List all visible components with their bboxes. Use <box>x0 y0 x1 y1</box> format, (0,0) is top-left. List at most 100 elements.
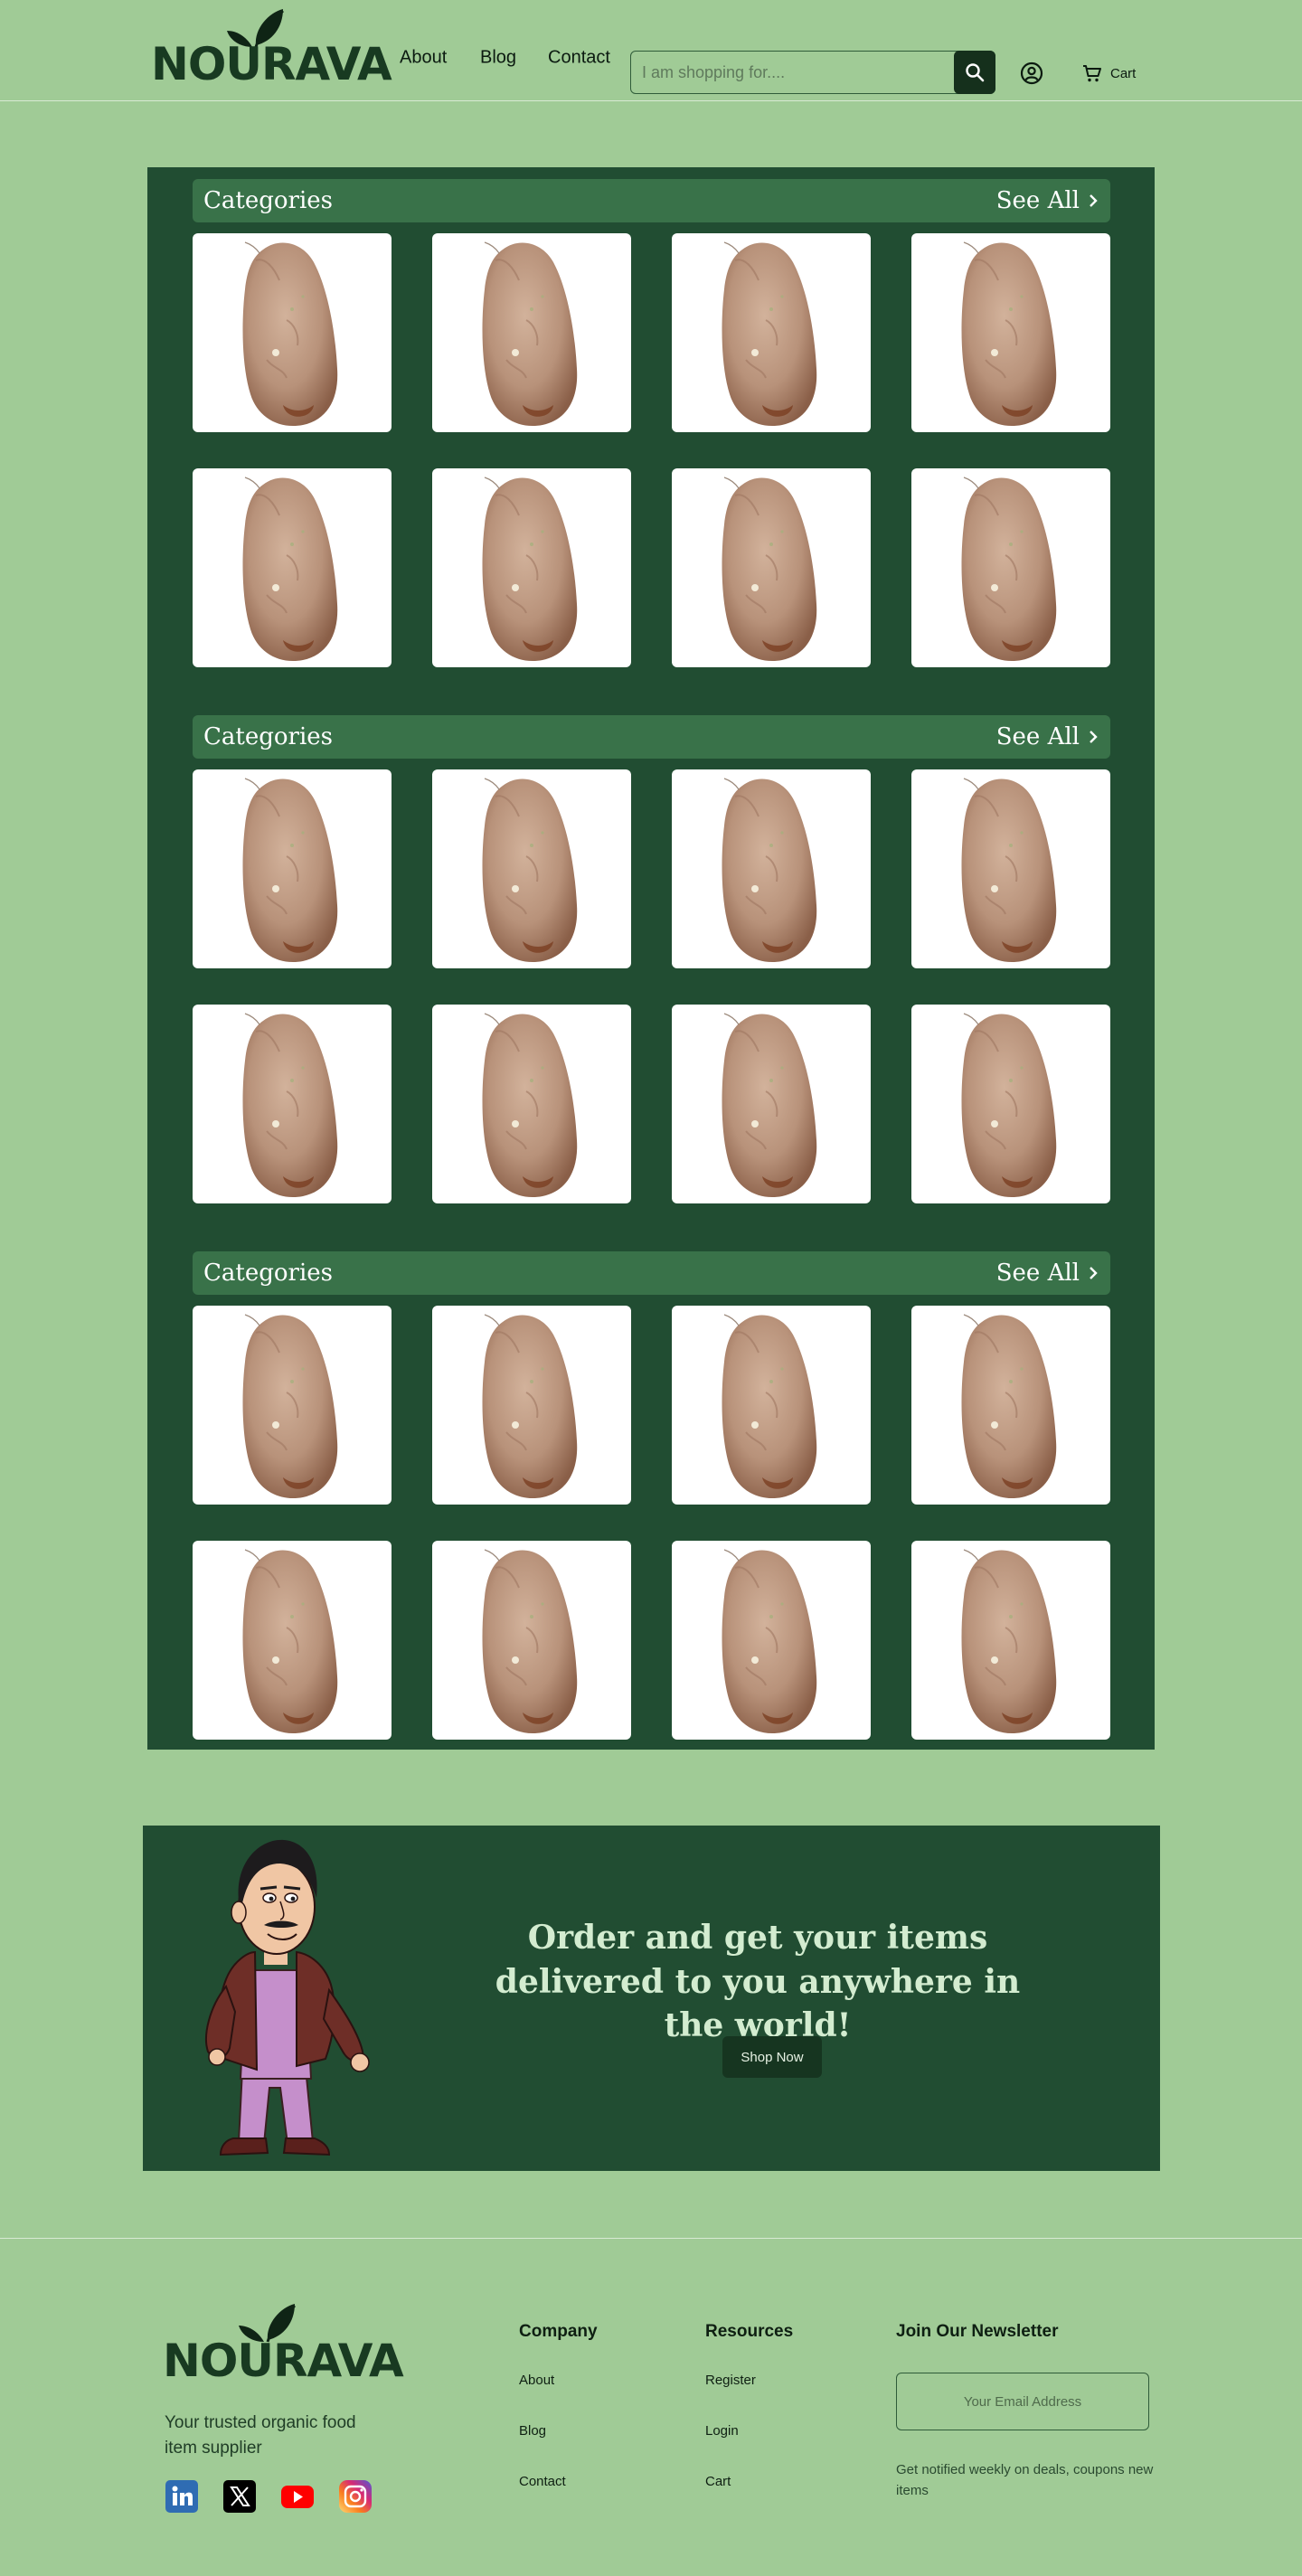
nav-about[interactable]: About <box>400 48 447 69</box>
mascot-illustration <box>205 1839 370 2156</box>
footer-link-register[interactable]: Register <box>705 2373 756 2388</box>
see-all-link[interactable]: See All <box>996 723 1098 750</box>
see-all-link[interactable]: See All <box>996 1260 1098 1287</box>
section-header: Categories See All <box>193 1251 1110 1295</box>
sweet-potato-image <box>960 1549 1058 1735</box>
product-card[interactable] <box>672 1005 871 1203</box>
see-all-label: See All <box>995 723 1080 750</box>
product-card[interactable] <box>672 233 871 432</box>
section-header: Categories See All <box>193 715 1110 759</box>
account-button[interactable] <box>1020 61 1043 85</box>
product-card[interactable] <box>432 1005 631 1203</box>
sweet-potato-image <box>241 1314 339 1500</box>
product-card[interactable] <box>911 1306 1110 1505</box>
search-icon <box>966 63 985 82</box>
search-input[interactable] <box>642 52 949 93</box>
sweet-potato-image <box>481 1549 579 1735</box>
footer-link-login[interactable]: Login <box>705 2423 739 2439</box>
footer-link-blog[interactable]: Blog <box>519 2423 546 2439</box>
resources-heading: Resources <box>705 2322 794 2341</box>
newsletter-email-input[interactable] <box>896 2373 1149 2430</box>
sweet-potato-image <box>721 778 818 964</box>
cart-button[interactable]: Cart <box>1081 61 1136 85</box>
logo[interactable]: NOURAVA <box>151 7 392 87</box>
search-button[interactable] <box>954 51 995 94</box>
product-card[interactable] <box>672 1306 871 1505</box>
shop-now-button[interactable]: Shop Now <box>722 2036 822 2078</box>
sweet-potato-image <box>241 477 339 663</box>
product-card[interactable] <box>193 769 392 968</box>
sweet-potato-image <box>960 778 1058 964</box>
sweet-potato-image <box>481 778 579 964</box>
section-title: Categories <box>203 187 333 214</box>
product-card[interactable] <box>432 233 631 432</box>
x-icon[interactable] <box>222 2479 257 2514</box>
sweet-potato-image <box>241 778 339 964</box>
cart-label: Cart <box>1110 65 1137 81</box>
nav-blog[interactable]: Blog <box>480 48 516 69</box>
footer-tagline: Your trusted organic food item supplier <box>165 2413 356 2458</box>
search-bar <box>630 51 995 94</box>
sweet-potato-image <box>960 1013 1058 1199</box>
category-section: Categories See All <box>193 179 1110 667</box>
sweet-potato-image <box>241 241 339 428</box>
youtube-icon[interactable] <box>280 2479 315 2514</box>
sweet-potato-image <box>481 477 579 663</box>
chevron-right-icon <box>1090 1267 1098 1279</box>
sweet-potato-image <box>960 1314 1058 1500</box>
see-all-link[interactable]: See All <box>996 187 1098 214</box>
product-card[interactable] <box>193 468 392 667</box>
logo-text: NOURAVA <box>163 2335 404 2387</box>
product-card[interactable] <box>193 1005 392 1203</box>
sweet-potato-image <box>481 241 579 428</box>
product-card[interactable] <box>432 1541 631 1740</box>
see-all-label: See All <box>995 187 1080 214</box>
chevron-right-icon <box>1090 731 1098 743</box>
product-card[interactable] <box>672 468 871 667</box>
footer-link-cart[interactable]: Cart <box>705 2474 731 2489</box>
newsletter-heading: Join Our Newsletter <box>896 2322 1059 2341</box>
chevron-right-icon <box>1090 194 1098 207</box>
promo-banner: Order and get your items delivered to yo… <box>143 1826 1160 2171</box>
sweet-potato-image <box>721 477 818 663</box>
product-card[interactable] <box>672 769 871 968</box>
logo-text: NOURAVA <box>151 38 392 90</box>
product-card[interactable] <box>911 1541 1110 1740</box>
sweet-potato-image <box>481 1013 579 1199</box>
product-card[interactable] <box>432 468 631 667</box>
product-card[interactable] <box>193 233 392 432</box>
footer-link-contact[interactable]: Contact <box>519 2474 566 2489</box>
cart-icon <box>1083 65 1101 82</box>
nav-contact[interactable]: Contact <box>548 48 610 69</box>
company-heading: Company <box>519 2322 598 2341</box>
site-footer: NOURAVA Your trusted organic food item s… <box>0 2238 1302 2576</box>
sweet-potato-image <box>960 241 1058 428</box>
product-card[interactable] <box>193 1306 392 1505</box>
instagram-icon[interactable] <box>338 2479 373 2514</box>
sweet-potato-image <box>721 1549 818 1735</box>
product-card[interactable] <box>672 1541 871 1740</box>
sweet-potato-image <box>241 1549 339 1735</box>
sweet-potato-image <box>241 1013 339 1199</box>
product-card[interactable] <box>911 769 1110 968</box>
section-title: Categories <box>203 1260 333 1287</box>
product-card[interactable] <box>911 1005 1110 1203</box>
user-circle-icon <box>1020 61 1043 85</box>
product-card[interactable] <box>193 1541 392 1740</box>
section-header: Categories See All <box>193 179 1110 222</box>
product-card[interactable] <box>432 1306 631 1505</box>
site-header: NOURAVA About Blog Contact Cart <box>0 0 1302 101</box>
sweet-potato-image <box>721 1013 818 1199</box>
linkedin-icon[interactable] <box>165 2479 199 2514</box>
banner-heading: Order and get your items delivered to yo… <box>495 1919 1021 2045</box>
newsletter-note: Get notified weekly on deals, coupons ne… <box>896 2462 1154 2498</box>
category-section: Categories See All <box>193 1251 1110 1740</box>
category-section: Categories See All <box>193 715 1110 1203</box>
product-card[interactable] <box>911 233 1110 432</box>
product-card[interactable] <box>911 468 1110 667</box>
footer-link-about[interactable]: About <box>519 2373 554 2388</box>
sweet-potato-image <box>960 477 1058 663</box>
sweet-potato-image <box>721 1314 818 1500</box>
footer-logo[interactable]: NOURAVA <box>163 2302 404 2383</box>
product-card[interactable] <box>432 769 631 968</box>
